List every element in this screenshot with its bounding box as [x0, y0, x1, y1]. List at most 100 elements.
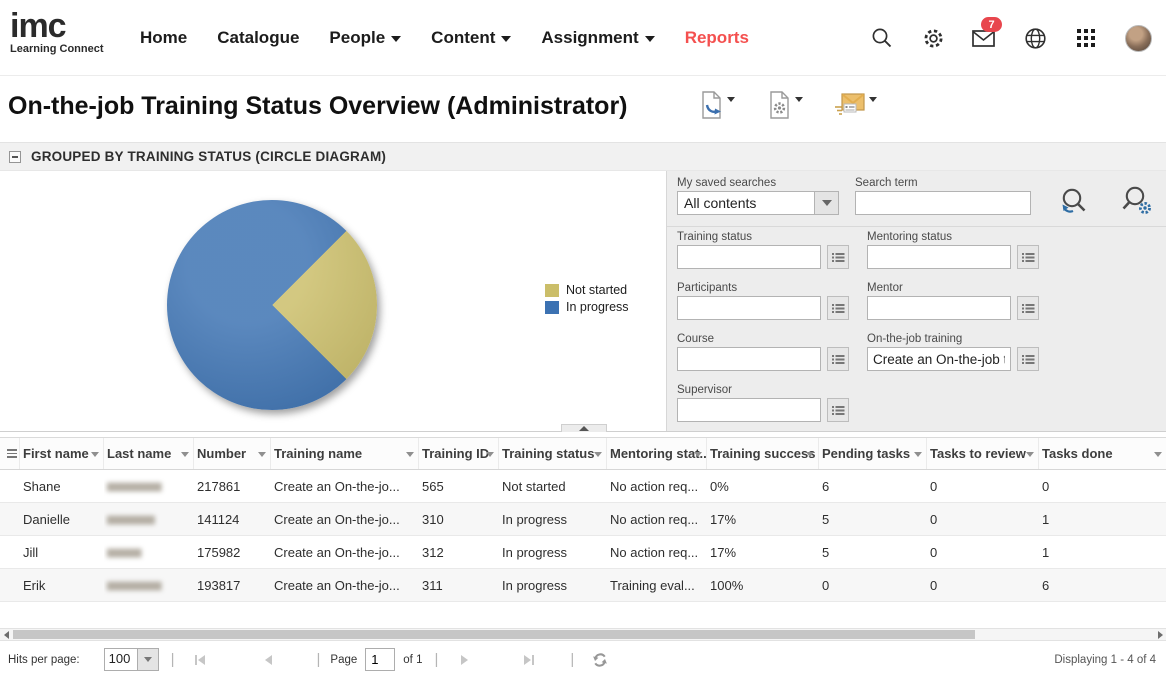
- training-status-picker-button[interactable]: [827, 245, 849, 269]
- table-row[interactable]: Erik ▆▆▆▆▆▆▆▆ 193817 Create an On-the-jo…: [0, 569, 1166, 602]
- refresh-icon[interactable]: [592, 652, 608, 668]
- cell-mentoring-status: No action req...: [607, 503, 707, 535]
- scrollbar-thumb[interactable]: [13, 630, 975, 639]
- cell-training-status: In progress: [499, 536, 607, 568]
- table-row[interactable]: Shane ▆▆▆▆▆▆▆▆ 217861 Create an On-the-j…: [0, 470, 1166, 503]
- hits-per-page-dropdown[interactable]: 100: [104, 648, 159, 671]
- ojt-filter-input[interactable]: [867, 347, 1011, 371]
- send-report-email-button[interactable]: [834, 91, 877, 119]
- cell-last-name: ▆▆▆▆▆▆▆▆: [104, 470, 194, 502]
- mentoring-status-filter-label: Mentoring status: [867, 231, 952, 243]
- mentoring-status-picker-button[interactable]: [1017, 245, 1039, 269]
- sort-caret-icon[interactable]: [694, 452, 702, 457]
- cell-training-name: Create an On-the-jo...: [271, 569, 419, 601]
- sort-caret-icon[interactable]: [914, 452, 922, 457]
- app-grid-icon[interactable]: [1074, 26, 1098, 50]
- column-header-training-name[interactable]: Training name: [271, 438, 419, 469]
- nav-item-catalogue[interactable]: Catalogue: [217, 28, 299, 48]
- course-filter-input[interactable]: [677, 347, 821, 371]
- cell-training-name: Create an On-the-jo...: [271, 536, 419, 568]
- search-term-input[interactable]: [855, 191, 1031, 215]
- language-globe-icon[interactable]: [1023, 26, 1047, 50]
- saved-searches-dropdown[interactable]: All contents: [677, 191, 839, 215]
- column-header-training-status[interactable]: Training status: [499, 438, 607, 469]
- mentoring-status-filter-input[interactable]: [867, 245, 1011, 269]
- chevron-down-icon: [645, 36, 655, 42]
- chart-legend: Not started In progress: [545, 283, 629, 317]
- last-page-button[interactable]: [520, 652, 536, 668]
- table-menu-button[interactable]: [0, 438, 20, 469]
- previous-page-button[interactable]: [261, 652, 277, 668]
- first-page-button[interactable]: [193, 652, 209, 668]
- participants-filter-input[interactable]: [677, 296, 821, 320]
- scroll-left-button[interactable]: [0, 629, 12, 640]
- mentor-picker-button[interactable]: [1017, 296, 1039, 320]
- supervisor-filter-label: Supervisor: [677, 384, 732, 396]
- sort-caret-icon[interactable]: [181, 452, 189, 457]
- page-number-input[interactable]: [365, 648, 395, 671]
- column-header-number[interactable]: Number: [194, 438, 271, 469]
- sort-caret-icon[interactable]: [258, 452, 266, 457]
- mentor-filter-input[interactable]: [867, 296, 1011, 320]
- user-avatar[interactable]: [1125, 25, 1152, 52]
- report-settings-button[interactable]: [768, 91, 803, 120]
- chevron-down-icon: [795, 97, 803, 102]
- nav-item-people[interactable]: People: [329, 28, 401, 48]
- column-header-training-success[interactable]: Training success: [707, 438, 819, 469]
- table-header-row: First name Last name Number Training nam…: [0, 437, 1166, 470]
- search-term-label: Search term: [855, 177, 918, 189]
- legend-swatch-in-progress: [545, 301, 559, 314]
- dropdown-button[interactable]: [814, 191, 839, 215]
- supervisor-picker-button[interactable]: [827, 398, 849, 422]
- column-header-tasks-to-review[interactable]: Tasks to review: [927, 438, 1039, 469]
- navbar-icons: 7: [870, 0, 1152, 76]
- training-status-filter-input[interactable]: [677, 245, 821, 269]
- cell-training-status: In progress: [499, 503, 607, 535]
- nav-item-home[interactable]: Home: [140, 28, 187, 48]
- column-header-training-id[interactable]: Training ID: [419, 438, 499, 469]
- table-row[interactable]: Jill ▆▆▆▆▆ 175982 Create an On-the-jo...…: [0, 536, 1166, 569]
- nav-item-content[interactable]: Content: [431, 28, 511, 48]
- scroll-right-button[interactable]: [1154, 629, 1166, 640]
- sort-caret-icon[interactable]: [486, 452, 494, 457]
- participants-picker-button[interactable]: [827, 296, 849, 320]
- imc-logo[interactable]: imc Learning Connect: [10, 10, 104, 55]
- sort-caret-icon[interactable]: [806, 452, 814, 457]
- column-header-tasks-done[interactable]: Tasks done: [1039, 438, 1166, 469]
- column-header-pending-tasks[interactable]: Pending tasks: [819, 438, 927, 469]
- cell-tasks-done: 6: [1039, 569, 1166, 601]
- training-status-pie-chart[interactable]: [167, 200, 377, 410]
- column-header-mentoring-status[interactable]: Mentoring stat...: [607, 438, 707, 469]
- sort-caret-icon[interactable]: [594, 452, 602, 457]
- nav-item-reports[interactable]: Reports: [685, 28, 749, 48]
- column-header-first-name[interactable]: First name: [20, 438, 104, 469]
- chevron-down-icon: [822, 200, 832, 206]
- sort-caret-icon[interactable]: [406, 452, 414, 457]
- column-header-last-name[interactable]: Last name: [104, 438, 194, 469]
- dropdown-button[interactable]: [137, 648, 159, 671]
- page-title: On-the-job Training Status Overview (Adm…: [8, 92, 628, 121]
- horizontal-scrollbar[interactable]: [0, 628, 1166, 641]
- sort-caret-icon[interactable]: [1026, 452, 1034, 457]
- legend-item-not-started: Not started: [545, 283, 629, 297]
- supervisor-filter-input[interactable]: [677, 398, 821, 422]
- nav-item-assignment[interactable]: Assignment: [541, 28, 654, 48]
- sort-caret-icon[interactable]: [91, 452, 99, 457]
- cell-training-name: Create an On-the-jo...: [271, 503, 419, 535]
- search-icon[interactable]: [870, 26, 894, 50]
- export-report-button[interactable]: [700, 91, 735, 120]
- cell-training-success: 17%: [707, 503, 819, 535]
- course-picker-button[interactable]: [827, 347, 849, 371]
- sort-caret-icon[interactable]: [1154, 452, 1162, 457]
- messages-envelope-icon[interactable]: 7: [972, 26, 996, 50]
- search-settings-icon[interactable]: [1119, 183, 1155, 224]
- settings-gear-icon[interactable]: [921, 26, 945, 50]
- next-page-button[interactable]: [456, 652, 472, 668]
- main-navigation: Home Catalogue People Content Assignment…: [140, 0, 749, 76]
- run-search-icon[interactable]: [1057, 185, 1091, 224]
- splitter-collapse-handle[interactable]: [561, 424, 607, 432]
- cell-tasks-to-review: 0: [927, 536, 1039, 568]
- collapse-section-icon[interactable]: [9, 151, 21, 163]
- ojt-picker-button[interactable]: [1017, 347, 1039, 371]
- table-row[interactable]: Danielle ▆▆▆▆▆▆▆ 141124 Create an On-the…: [0, 503, 1166, 536]
